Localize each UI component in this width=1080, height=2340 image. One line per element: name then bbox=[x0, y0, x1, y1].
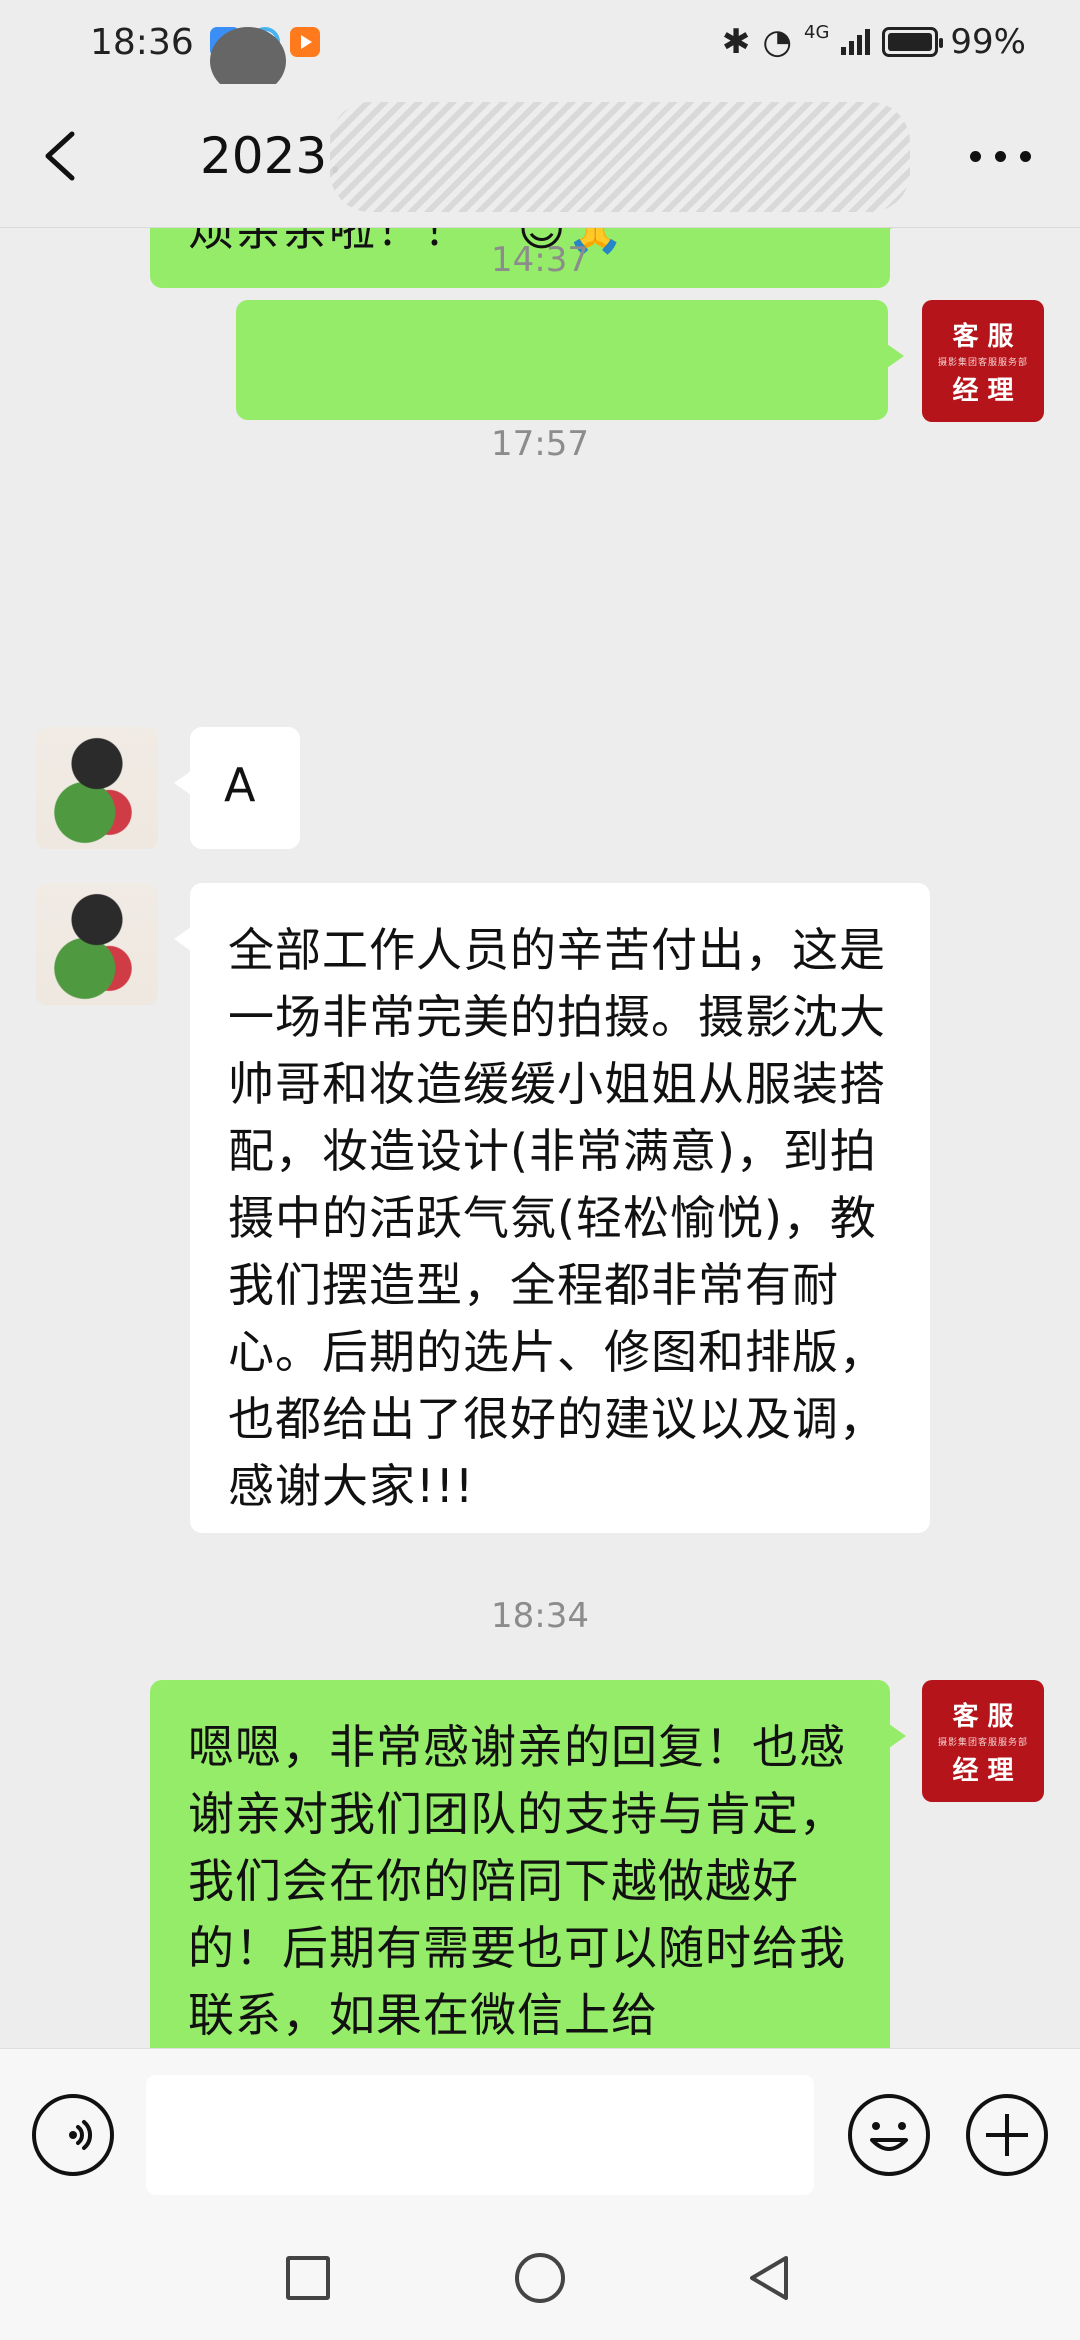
input-bar bbox=[0, 2048, 1080, 2226]
timestamp: 18:34 bbox=[491, 1596, 589, 1636]
signal-icon bbox=[841, 29, 871, 55]
avatar-text-top: 客 服 bbox=[952, 321, 1014, 352]
bluetooth-icon: ✱ bbox=[721, 22, 751, 62]
title-redaction bbox=[330, 102, 910, 212]
back-icon bbox=[45, 131, 75, 180]
voice-button[interactable] bbox=[32, 2094, 114, 2176]
avatar-small-text: 摄影集团客服服务部 bbox=[937, 357, 1028, 368]
outgoing-message-text: 嗯嗯，非常感谢亲的回复！也感谢亲对我们团队的支持与肯定，我们会在你的陪同下越做越… bbox=[188, 1720, 846, 2042]
more-button[interactable] bbox=[960, 134, 1040, 178]
redacted-outgoing-message[interactable] bbox=[236, 300, 904, 420]
avatar[interactable]: 客 服 摄影集团客服服务部 经 理 bbox=[922, 300, 1044, 422]
status-right: ✱ ◔ 4G 99% bbox=[722, 22, 1026, 62]
avatar-text-top: 客 服 bbox=[952, 1701, 1014, 1732]
avatar[interactable] bbox=[36, 727, 158, 849]
network-label: 4G bbox=[804, 22, 830, 43]
timestamp: 14:37 bbox=[491, 240, 589, 280]
video-app-icon bbox=[289, 27, 320, 57]
more-icon bbox=[969, 150, 981, 162]
avatar-text-bottom: 经 理 bbox=[952, 375, 1014, 406]
battery-icon bbox=[882, 27, 944, 57]
battery-level: 99% bbox=[950, 22, 1026, 62]
emoji-icon bbox=[870, 2122, 908, 2151]
avatar[interactable] bbox=[36, 883, 158, 1005]
message-input[interactable] bbox=[146, 2075, 814, 2195]
timestamp: 17:57 bbox=[491, 424, 589, 464]
incoming-message[interactable]: 全部工作人员的辛苦付出，这是一场非常完美的拍摄。摄影沈大帅哥和妆造缓缓小姐姐从服… bbox=[174, 883, 930, 1533]
incoming-message-text: 全部工作人员的辛苦付出，这是一场非常完美的拍摄。摄影沈大帅哥和妆造缓缓小姐姐从服… bbox=[228, 923, 886, 1513]
notification-icons bbox=[209, 27, 320, 95]
wifi-icon: ◔ bbox=[762, 22, 793, 62]
status-bar: 18:36 ✱ ◔ 4G 99% bbox=[0, 0, 1080, 95]
incoming-message[interactable]: A bbox=[174, 727, 300, 849]
home-circle-icon[interactable] bbox=[515, 2253, 565, 2303]
chat-title: 2023. bbox=[200, 126, 344, 185]
home-square-icon[interactable] bbox=[286, 2256, 330, 2300]
nav-back-icon[interactable] bbox=[742, 2252, 794, 2304]
emoji-button[interactable] bbox=[848, 2094, 930, 2176]
back-button[interactable] bbox=[0, 84, 120, 228]
plus-button[interactable] bbox=[966, 2094, 1048, 2176]
avatar-text-bottom: 经 理 bbox=[952, 1755, 1014, 1786]
status-time: 18:36 bbox=[90, 21, 194, 63]
chat-area[interactable]: 烦亲亲啦！！ ☺🙏 14:37 客 服 摄影集团客服服务部 经 理 17:57 … bbox=[0, 228, 1080, 2048]
avatar-small-text: 摄影集团客服服务部 bbox=[937, 1737, 1028, 1748]
chat-header: 2023. bbox=[0, 84, 1080, 228]
incoming-message-text: A bbox=[224, 758, 257, 812]
voice-icon bbox=[69, 2120, 92, 2150]
outgoing-message[interactable]: 嗯嗯，非常感谢亲的回复！也感谢亲对我们团队的支持与肯定，我们会在你的陪同下越做越… bbox=[150, 1680, 906, 2048]
avatar[interactable]: 客 服 摄影集团客服服务部 经 理 bbox=[922, 1680, 1044, 1802]
system-nav-bar bbox=[0, 2226, 1080, 2340]
